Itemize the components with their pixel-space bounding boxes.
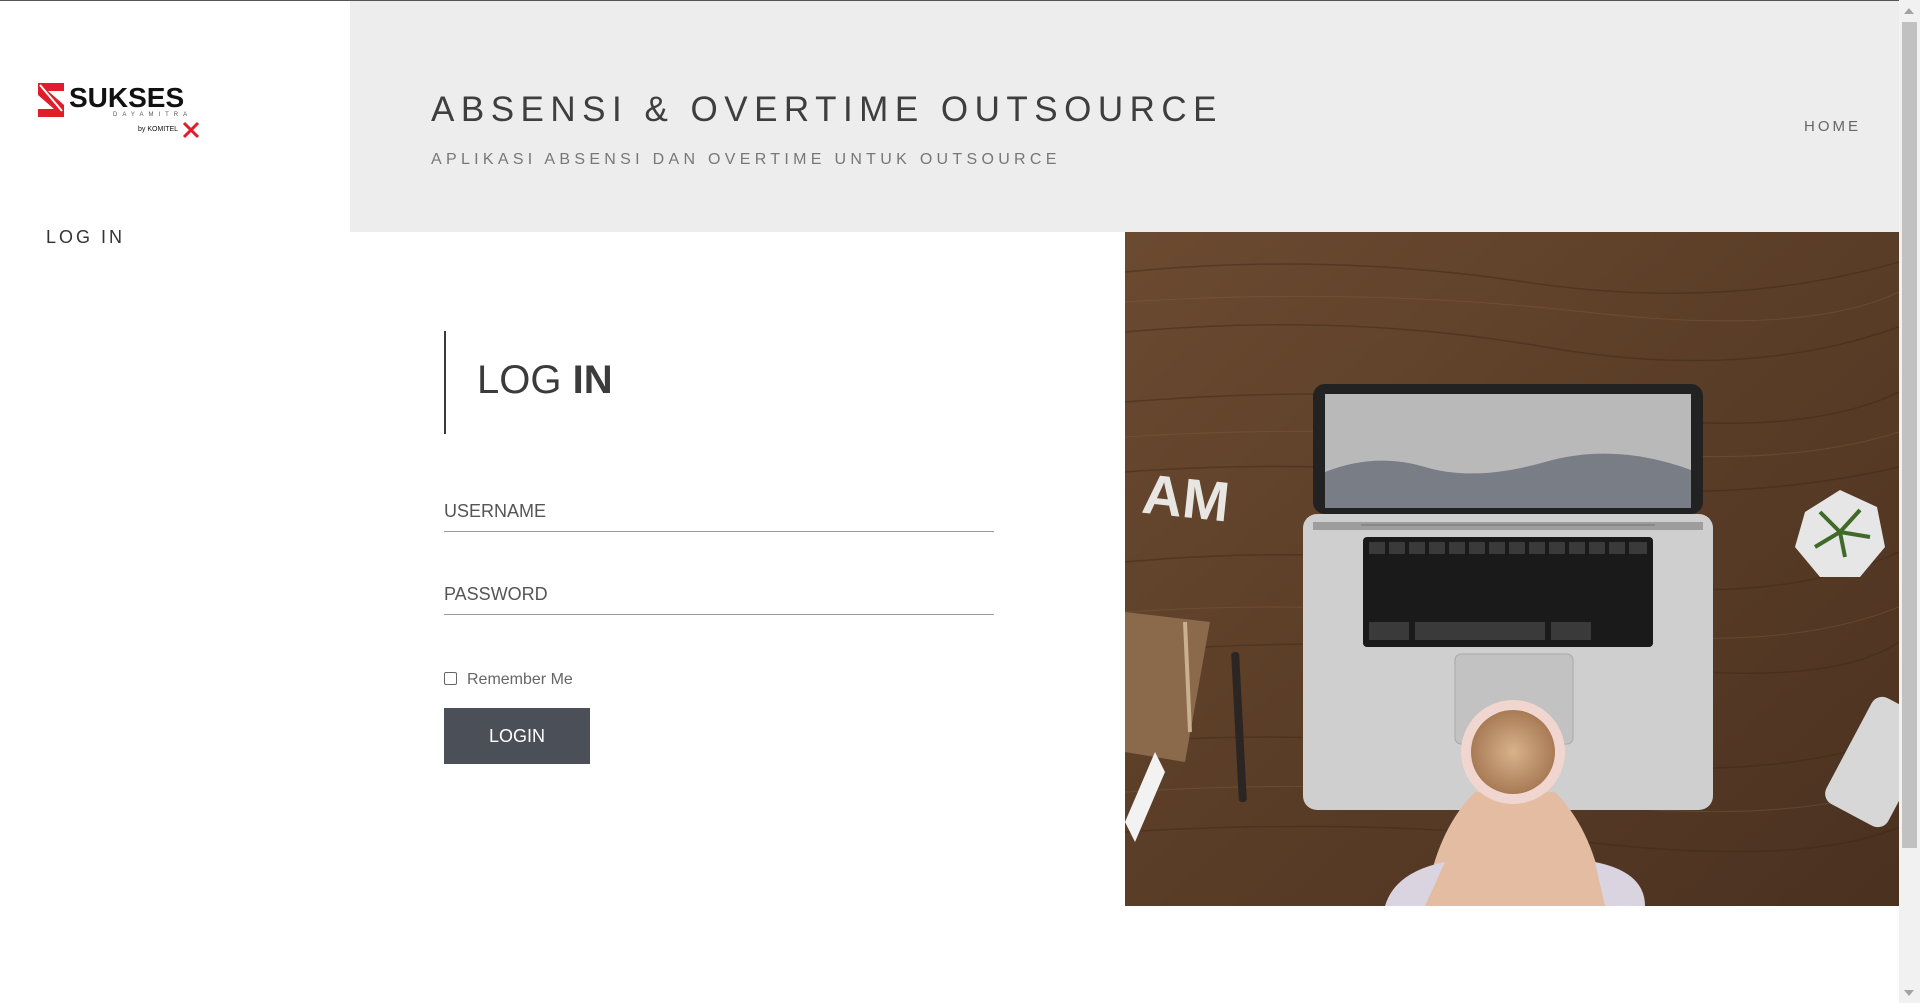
sidebar: SUKSES DAYAMITRA by KOMITEL LOG IN [0,1,350,1003]
scrollbar-thumb[interactable] [1902,22,1917,848]
svg-text:AM: AM [1139,462,1232,534]
svg-text:SUKSES: SUKSES [69,83,184,113]
sidebar-item-login[interactable]: LOG IN [46,227,125,248]
scroll-down-arrow-icon[interactable] [1904,990,1914,996]
remember-me-row: Remember Me [444,669,573,689]
login-heading-light: LOG [477,358,573,402]
page-scrollbar[interactable] [1899,0,1920,1003]
login-button[interactable]: LOGIN [444,708,590,764]
page-title: ABSENSI & OVERTIME OUTSOURCE [431,90,1224,129]
remember-me-label[interactable]: Remember Me [467,671,573,689]
scroll-up-arrow-icon[interactable] [1904,8,1914,14]
remember-me-checkbox[interactable] [444,671,457,685]
login-heading: LOG IN [477,358,613,403]
svg-text:by KOMITEL: by KOMITEL [138,126,178,133]
page-subtitle: APLIKASI ABSENSI DAN OVERTIME UNTUK OUTS… [431,151,1061,168]
password-field-wrap: PASSWORD [444,570,994,615]
header: ABSENSI & OVERTIME OUTSOURCE APLIKASI AB… [350,1,1900,232]
brand-logo[interactable]: SUKSES DAYAMITRA by KOMITEL [38,83,203,139]
password-input[interactable] [444,570,994,614]
heading-accent-bar [444,331,446,434]
username-input[interactable] [444,487,994,531]
login-heading-bold: IN [572,358,613,402]
username-field-wrap: USERNAME [444,487,994,532]
svg-text:DAYAMITRA: DAYAMITRA [113,112,192,118]
desk-laptop-coffee-photo: AM [1125,232,1899,906]
nav-home-link[interactable]: HOME [1804,118,1861,135]
